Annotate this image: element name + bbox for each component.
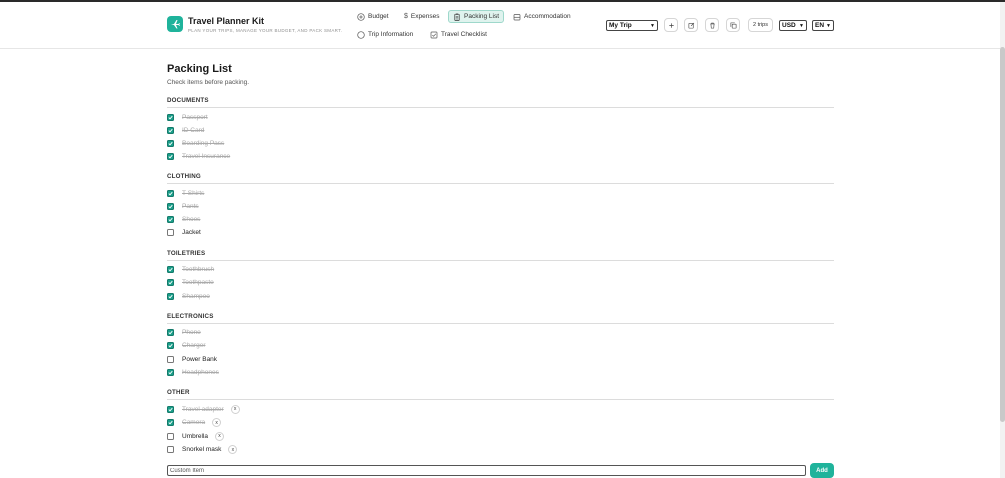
section-title: ELECTRONICS [167, 313, 834, 324]
packing-item: Passport [167, 112, 208, 122]
section-other: OTHER [167, 389, 834, 400]
custom-item-input[interactable] [167, 465, 806, 476]
packing-item: Travel adapter x [167, 404, 240, 414]
packing-item: Phone [167, 327, 201, 337]
packing-item-label: Travel Insurance [182, 153, 231, 161]
remove-item-button[interactable]: x [215, 431, 225, 441]
packing-item-label: Headphones [182, 369, 219, 376]
packing-item-label: Boarding Pass [182, 140, 225, 148]
packing-item-label: Power Bank [182, 355, 218, 363]
packing-item: Jacket [167, 228, 201, 238]
checkbox-checked[interactable] [167, 216, 174, 224]
remove-item-button[interactable]: x [230, 404, 240, 414]
checkbox-checked[interactable] [167, 265, 174, 273]
section-documents: DOCUMENTS [167, 97, 834, 108]
section-title: TOILETRIES [167, 250, 834, 261]
checkbox-checked[interactable] [167, 342, 174, 349]
checkbox-unchecked[interactable] [167, 229, 174, 237]
packing-item-label: Shampoo [182, 292, 210, 300]
packing-item-label: Toothbrush [182, 265, 215, 273]
section-title: DOCUMENTS [167, 97, 834, 108]
packing-item-label: T-Shirts [182, 189, 205, 197]
packing-item-label: Jacket [182, 229, 201, 237]
remove-item-button[interactable]: x [228, 445, 238, 455]
checkbox-unchecked[interactable] [167, 446, 174, 454]
packing-item-label: Travel adapter [182, 405, 224, 413]
checkbox-unchecked[interactable] [167, 432, 174, 440]
section-title: OTHER [167, 389, 834, 400]
add-item-button[interactable]: Add [810, 463, 834, 478]
checkbox-checked[interactable] [167, 279, 174, 286]
add-custom-item-form: Add [167, 463, 834, 478]
packing-item: Toothpaste [167, 278, 214, 288]
checkbox-checked[interactable] [167, 202, 174, 210]
checkbox-checked[interactable] [167, 328, 174, 336]
packing-item-label: Umbrella [182, 432, 209, 440]
packing-item: Travel Insurance [167, 152, 230, 162]
section-clothing: CLOTHING [167, 173, 834, 184]
checkbox-checked[interactable] [167, 405, 174, 413]
checkbox-checked[interactable] [167, 126, 174, 134]
checkbox-checked[interactable] [167, 140, 174, 148]
packing-sections: DOCUMENTS Passport ID Card Boarding Pass Tra… [167, 0, 834, 478]
packing-item-label: Pants [182, 202, 199, 210]
packing-item-label: Toothpaste [182, 279, 214, 286]
section-toiletries: TOILETRIES [167, 250, 834, 261]
scrollbar-thumb[interactable] [1000, 47, 1005, 422]
packing-item: Charger [167, 341, 205, 351]
section-title: CLOTHING [167, 173, 834, 184]
packing-item-label: Camera [182, 419, 206, 427]
packing-item: Camera x [167, 418, 222, 428]
remove-item-button[interactable]: x [212, 418, 222, 428]
checkbox-checked[interactable] [167, 369, 174, 376]
page-scrollbar[interactable] [1000, 2, 1005, 478]
packing-item: Umbrella x [167, 431, 225, 441]
section-electronics: ELECTRONICS [167, 313, 834, 324]
packing-item: Shampoo [167, 291, 210, 301]
packing-item: Boarding Pass [167, 139, 224, 149]
packing-item: Pants [167, 201, 199, 211]
checkbox-checked[interactable] [167, 292, 174, 300]
packing-item: T-Shirts [167, 188, 204, 198]
checkbox-checked[interactable] [167, 419, 174, 427]
packing-item: Headphones [167, 368, 219, 378]
packing-item-label: Charger [182, 342, 206, 349]
checkbox-unchecked[interactable] [167, 355, 174, 363]
packing-item: Snorkel mask x [167, 445, 238, 455]
packing-item-label: Passport [182, 113, 208, 121]
packing-item: Power Bank [167, 354, 217, 364]
packing-item-label: Phone [182, 328, 201, 336]
checkbox-checked[interactable] [167, 189, 174, 197]
checkbox-checked[interactable] [167, 113, 174, 121]
packing-item-label: Snorkel mask [182, 446, 222, 454]
checkbox-checked[interactable] [167, 153, 174, 161]
packing-item-label: ID Card [182, 126, 205, 134]
packing-item: Shoes [167, 215, 200, 225]
packing-item: ID Card [167, 125, 204, 135]
packing-item-label: Shoes [182, 216, 201, 224]
packing-item: Toothbrush [167, 264, 214, 274]
